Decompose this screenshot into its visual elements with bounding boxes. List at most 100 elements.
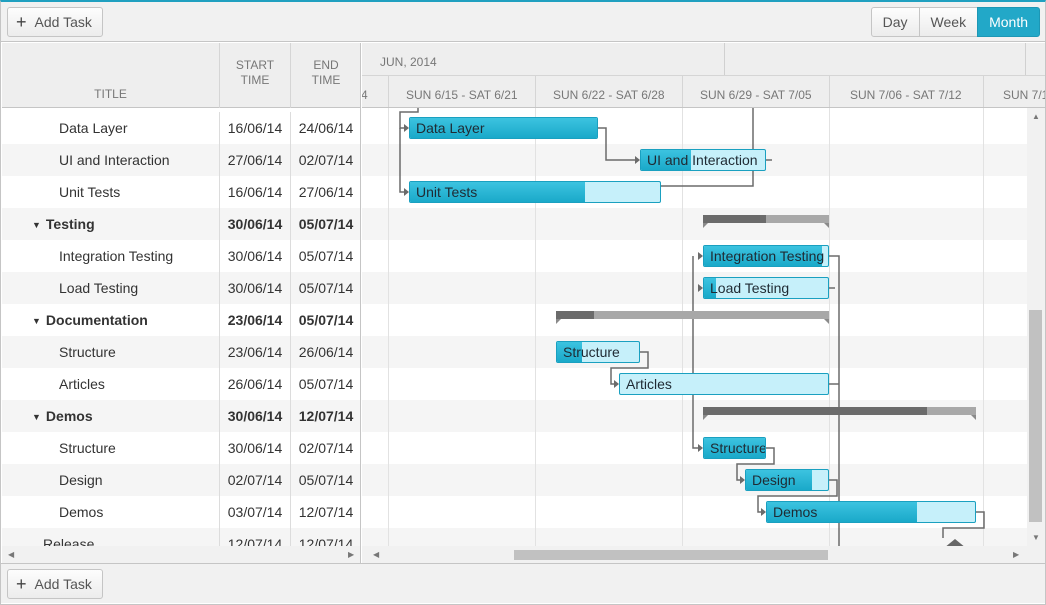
- task-end-cell[interactable]: 12/07/14: [291, 528, 360, 546]
- task-title-cell[interactable]: Design: [2, 464, 220, 496]
- task-end-cell[interactable]: 12/07/14: [291, 400, 360, 432]
- task-row[interactable]: Design 02/07/14 05/07/14: [2, 464, 360, 496]
- add-task-button-bottom[interactable]: + Add Task: [7, 569, 103, 599]
- task-title-cell[interactable]: Unit Tests: [2, 176, 220, 208]
- column-header-start[interactable]: START TIME: [220, 43, 291, 108]
- task-start-cell[interactable]: 27/06/14: [220, 144, 291, 176]
- view-month-button[interactable]: Month: [977, 7, 1040, 37]
- task-start-cell[interactable]: 30/06/14: [220, 240, 291, 272]
- task-start-cell[interactable]: 02/07/14: [220, 464, 291, 496]
- scroll-left-icon[interactable]: ◀: [373, 550, 379, 559]
- task-title-cell[interactable]: Structure: [2, 336, 220, 368]
- task-row[interactable]: ▼ Testing 30/06/14 05/07/14: [2, 208, 360, 240]
- task-bar[interactable]: Demos: [766, 501, 976, 523]
- task-title-cell[interactable]: Integration Testing: [2, 240, 220, 272]
- task-title-cell[interactable]: ▼ Demos: [2, 400, 220, 432]
- task-row[interactable]: Integration Testing 30/06/14 05/07/14: [2, 240, 360, 272]
- task-title-cell[interactable]: Release: [2, 528, 220, 546]
- task-start-cell[interactable]: 12/07/14: [220, 528, 291, 546]
- task-title-cell[interactable]: Structure: [2, 432, 220, 464]
- task-end-cell[interactable]: 05/07/14: [291, 368, 360, 400]
- collapse-caret-icon[interactable]: ▼: [32, 209, 41, 240]
- task-bar[interactable]: Integration Testing: [703, 245, 829, 267]
- timeline-vertical-scrollbar[interactable]: ▲ ▼: [1027, 108, 1045, 546]
- task-end-cell[interactable]: 05/07/14: [291, 240, 360, 272]
- task-bar[interactable]: Load Testing: [703, 277, 829, 299]
- add-task-button[interactable]: + Add Task: [7, 7, 103, 37]
- summary-bar[interactable]: [556, 311, 829, 324]
- summary-bar[interactable]: [703, 215, 829, 228]
- task-bar-label: Load Testing: [710, 280, 790, 296]
- scroll-right-icon[interactable]: ▶: [1013, 550, 1019, 559]
- task-bar[interactable]: Structure: [556, 341, 640, 363]
- task-end-cell[interactable]: 02/07/14: [291, 144, 360, 176]
- list-horizontal-scrollbar[interactable]: ◀ ▶: [2, 546, 360, 563]
- task-bar[interactable]: Articles: [619, 373, 829, 395]
- task-start-cell[interactable]: 16/06/14: [220, 176, 291, 208]
- view-week-button[interactable]: Week: [918, 7, 979, 37]
- task-row[interactable]: ▼ Demos 30/06/14 12/07/14: [2, 400, 360, 432]
- task-title-cell[interactable]: Load Testing: [2, 272, 220, 304]
- task-title-cell[interactable]: Demos: [2, 496, 220, 528]
- collapse-caret-icon[interactable]: ▼: [32, 401, 41, 432]
- task-title: UI and Interaction: [59, 152, 170, 168]
- task-end-cell[interactable]: 24/06/14: [291, 112, 360, 144]
- task-end-cell[interactable]: 05/07/14: [291, 464, 360, 496]
- scroll-left-icon[interactable]: ◀: [8, 550, 14, 559]
- task-start-cell[interactable]: 03/07/14: [220, 496, 291, 528]
- horizontal-scroll-thumb[interactable]: [514, 550, 828, 560]
- task-start-cell[interactable]: 23/06/14: [220, 304, 291, 336]
- milestone-diamond[interactable]: [944, 539, 966, 546]
- task-title-cell[interactable]: Articles: [2, 368, 220, 400]
- timeline-horizontal-scrollbar[interactable]: ◀ ▶: [362, 546, 1045, 563]
- task-row[interactable]: Structure 23/06/14 26/06/14: [2, 336, 360, 368]
- task-row[interactable]: UI and Interaction 27/06/14 02/07/14: [2, 144, 360, 176]
- summary-progress: [703, 215, 766, 223]
- summary-bar[interactable]: [703, 407, 976, 420]
- task-row[interactable]: Release 12/07/14 12/07/14: [2, 528, 360, 546]
- task-row[interactable]: Articles 26/06/14 05/07/14: [2, 368, 360, 400]
- task-bar[interactable]: Data Layer: [409, 117, 598, 139]
- scroll-up-icon[interactable]: ▲: [1032, 112, 1040, 121]
- task-bar[interactable]: Structure: [703, 437, 766, 459]
- task-start-cell[interactable]: 30/06/14: [220, 400, 291, 432]
- task-start-cell[interactable]: 30/06/14: [220, 432, 291, 464]
- column-header-end[interactable]: END TIME: [291, 43, 360, 108]
- task-row[interactable]: Demos 03/07/14 12/07/14: [2, 496, 360, 528]
- task-bar[interactable]: UI and Interaction: [640, 149, 766, 171]
- scroll-down-icon[interactable]: ▼: [1032, 533, 1040, 542]
- task-end-cell[interactable]: 12/07/14: [291, 496, 360, 528]
- timeline-pane: JUN, 2014 4 SUN 6/15 - SAT 6/21 SUN 6/22…: [362, 43, 1045, 563]
- task-row[interactable]: Data Layer 16/06/14 24/06/14: [2, 112, 360, 144]
- task-start-cell[interactable]: 23/06/14: [220, 336, 291, 368]
- task-end-cell[interactable]: 27/06/14: [291, 176, 360, 208]
- task-title-cell[interactable]: Data Layer: [2, 112, 220, 144]
- task-title-cell[interactable]: ▼ Testing: [2, 208, 220, 240]
- task-end-cell[interactable]: 02/07/14: [291, 432, 360, 464]
- task-row[interactable]: ▼ Documentation 23/06/14 05/07/14: [2, 304, 360, 336]
- task-end-cell[interactable]: 05/07/14: [291, 304, 360, 336]
- task-bar[interactable]: Design: [745, 469, 829, 491]
- task-end-cell[interactable]: 05/07/14: [291, 208, 360, 240]
- week-separator: [535, 75, 536, 107]
- task-title-cell[interactable]: ▼ Documentation: [2, 304, 220, 336]
- task-row[interactable]: Structure 30/06/14 02/07/14: [2, 432, 360, 464]
- task-row[interactable]: Load Testing 30/06/14 05/07/14: [2, 272, 360, 304]
- task-end-cell[interactable]: 05/07/14: [291, 272, 360, 304]
- task-start-cell[interactable]: 16/06/14: [220, 112, 291, 144]
- task-start-cell[interactable]: 30/06/14: [220, 272, 291, 304]
- task-title: Articles: [59, 376, 105, 392]
- column-header-title[interactable]: TITLE: [2, 43, 220, 108]
- task-start-cell[interactable]: 30/06/14: [220, 208, 291, 240]
- task-bar[interactable]: Unit Tests: [409, 181, 661, 203]
- task-row[interactable]: Unit Tests 16/06/14 27/06/14: [2, 176, 360, 208]
- collapse-caret-icon[interactable]: ▼: [32, 305, 41, 336]
- task-bar-label: Data Layer: [416, 120, 485, 136]
- vertical-scroll-thumb[interactable]: [1029, 310, 1042, 522]
- task-start-cell[interactable]: 26/06/14: [220, 368, 291, 400]
- week-label: SUN 6/22 - SAT 6/28: [553, 88, 665, 102]
- view-day-button[interactable]: Day: [870, 7, 920, 37]
- scroll-right-icon[interactable]: ▶: [348, 550, 354, 559]
- task-title-cell[interactable]: UI and Interaction: [2, 144, 220, 176]
- task-end-cell[interactable]: 26/06/14: [291, 336, 360, 368]
